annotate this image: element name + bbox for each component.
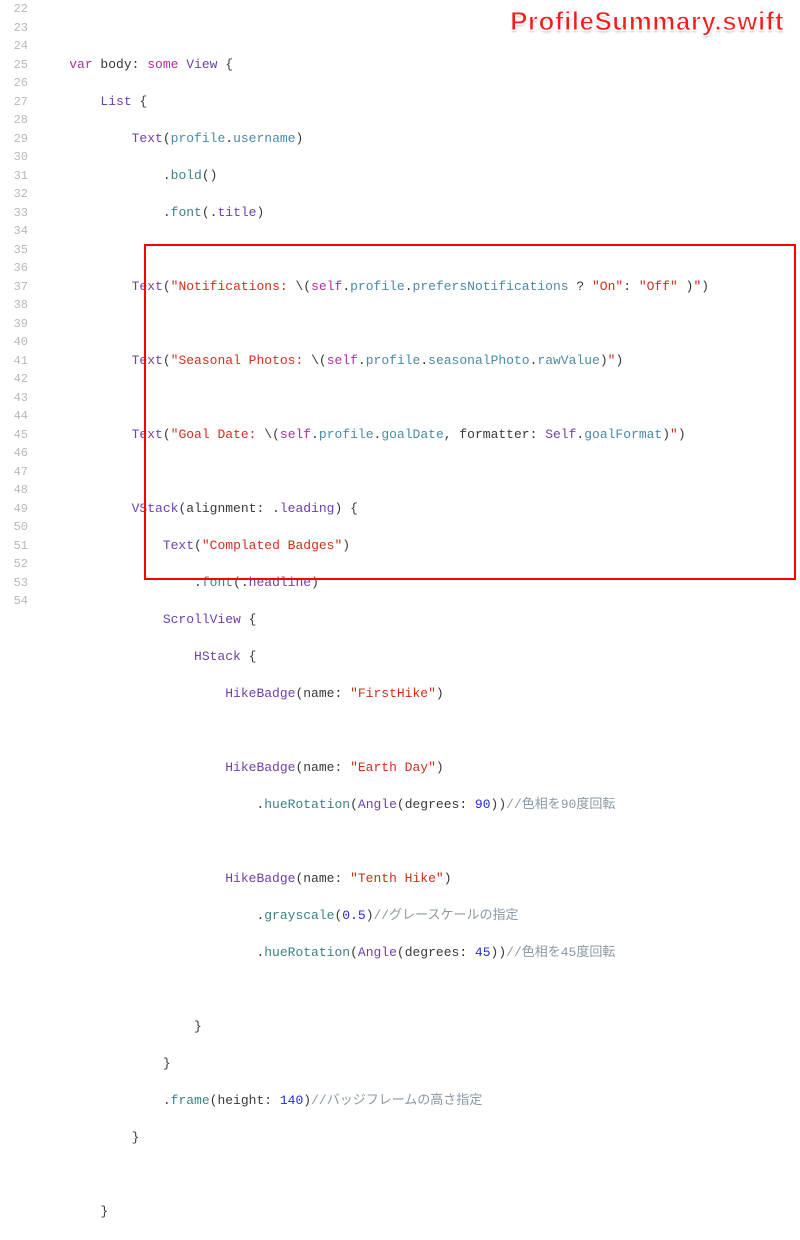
code-line: } — [38, 1203, 800, 1222]
code-line: } — [38, 1018, 800, 1037]
line-number: 31 — [0, 167, 28, 186]
line-number: 44 — [0, 407, 28, 426]
line-number: 53 — [0, 574, 28, 593]
line-number: 30 — [0, 148, 28, 167]
code-line — [38, 833, 800, 852]
code-line: } — [38, 1129, 800, 1148]
line-number: 51 — [0, 537, 28, 556]
line-number: 33 — [0, 204, 28, 223]
line-number: 40 — [0, 333, 28, 352]
line-number: 34 — [0, 222, 28, 241]
code-line — [38, 315, 800, 334]
line-number: 28 — [0, 111, 28, 130]
line-number: 45 — [0, 426, 28, 445]
line-number: 24 — [0, 37, 28, 56]
code-line: .grayscale(0.5)//グレースケールの指定 — [38, 907, 800, 926]
line-number: 22 — [0, 0, 28, 19]
code-area[interactable]: var body: some View { List { Text(profil… — [38, 0, 800, 620]
line-number: 37 — [0, 278, 28, 297]
line-number: 54 — [0, 592, 28, 611]
code-line: Text("Notifications: \(self.profile.pref… — [38, 278, 800, 297]
code-line: .bold() — [38, 167, 800, 186]
code-line — [38, 1166, 800, 1185]
code-line: Text("Complated Badges") — [38, 537, 800, 556]
line-gutter: 2223242526272829303132333435363738394041… — [0, 0, 38, 620]
code-line: .hueRotation(Angle(degrees: 45))//色相を45度… — [38, 944, 800, 963]
line-number: 52 — [0, 555, 28, 574]
code-line: HikeBadge(name: "FirstHike") — [38, 685, 800, 704]
code-line — [38, 19, 800, 38]
code-line: HStack { — [38, 648, 800, 667]
code-line: HikeBadge(name: "Earth Day") — [38, 759, 800, 778]
line-number: 25 — [0, 56, 28, 75]
line-number: 29 — [0, 130, 28, 149]
code-line: var body: some View { — [38, 56, 800, 75]
line-number: 36 — [0, 259, 28, 278]
code-line: .font(.title) — [38, 204, 800, 223]
code-line: List { — [38, 93, 800, 112]
code-line: Text("Seasonal Photos: \(self.profile.se… — [38, 352, 800, 371]
code-line — [38, 463, 800, 482]
line-number: 47 — [0, 463, 28, 482]
line-number: 39 — [0, 315, 28, 334]
code-line — [38, 722, 800, 741]
code-line — [38, 241, 800, 260]
line-number: 32 — [0, 185, 28, 204]
line-number: 26 — [0, 74, 28, 93]
line-number: 49 — [0, 500, 28, 519]
line-number: 23 — [0, 19, 28, 38]
code-line: .frame(height: 140)//バッジフレームの高さ指定 — [38, 1092, 800, 1111]
line-number: 50 — [0, 518, 28, 537]
code-line — [38, 389, 800, 408]
line-number: 43 — [0, 389, 28, 408]
code-line: Text(profile.username) — [38, 130, 800, 149]
line-number: 27 — [0, 93, 28, 112]
line-number: 42 — [0, 370, 28, 389]
code-editor[interactable]: 2223242526272829303132333435363738394041… — [0, 0, 800, 620]
line-number: 41 — [0, 352, 28, 371]
line-number: 38 — [0, 296, 28, 315]
line-number: 46 — [0, 444, 28, 463]
line-number: 35 — [0, 241, 28, 260]
code-line: VStack(alignment: .leading) { — [38, 500, 800, 519]
code-line — [38, 981, 800, 1000]
line-number: 48 — [0, 481, 28, 500]
code-line: HikeBadge(name: "Tenth Hike") — [38, 870, 800, 889]
code-line: .font(.headline) — [38, 574, 800, 593]
code-line: Text("Goal Date: \(self.profile.goalDate… — [38, 426, 800, 445]
code-line: } — [38, 1055, 800, 1074]
code-line: .hueRotation(Angle(degrees: 90))//色相を90度… — [38, 796, 800, 815]
